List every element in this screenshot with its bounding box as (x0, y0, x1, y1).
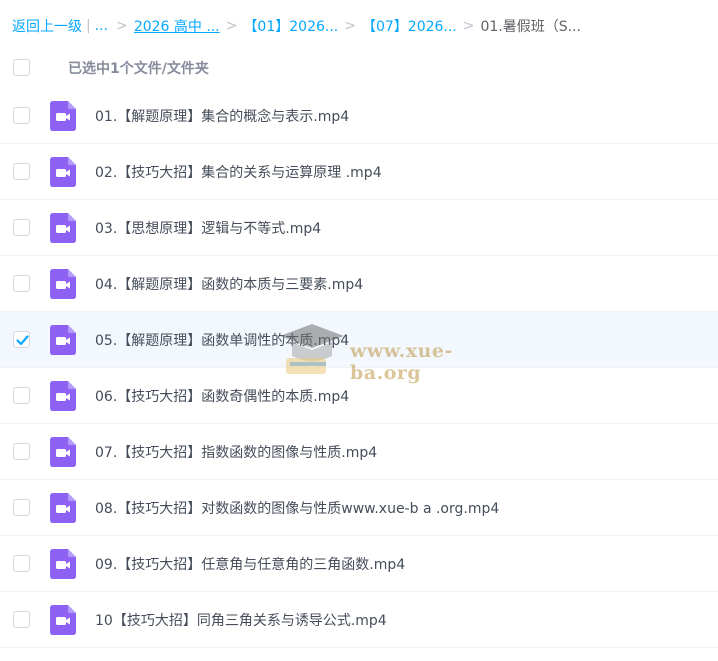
file-row[interactable]: 04.【解题原理】函数的本质与三要素.mp4 (0, 256, 718, 312)
back-link[interactable]: 返回上一级 (12, 16, 82, 36)
video-file-icon (50, 101, 76, 131)
video-file-icon (50, 269, 76, 299)
row-checkbox[interactable] (13, 499, 30, 516)
file-name[interactable]: 10【技巧大招】同角三角关系与诱导公式.mp4 (95, 610, 387, 630)
file-name[interactable]: 03.【思想原理】逻辑与不等式.mp4 (95, 218, 321, 238)
row-checkbox-checked[interactable] (13, 331, 30, 348)
chevron-right-icon: > (344, 18, 356, 34)
file-name[interactable]: 07.【技巧大招】指数函数的图像与性质.mp4 (95, 442, 377, 462)
breadcrumb-item[interactable]: 2026 高中 ... (134, 16, 220, 36)
file-name[interactable]: 06.【技巧大招】函数奇偶性的本质.mp4 (95, 386, 349, 406)
row-checkbox[interactable] (13, 275, 30, 292)
breadcrumb-ellipsis[interactable]: ... (95, 18, 108, 34)
chevron-right-icon: > (225, 18, 238, 34)
row-checkbox[interactable] (13, 219, 30, 236)
file-row[interactable]: 02.【技巧大招】集合的关系与运算原理 .mp4 (0, 144, 718, 200)
file-row[interactable]: 08.【技巧大招】对数函数的图像与性质www.xue-b a .org.mp4 (0, 480, 718, 536)
select-all-checkbox[interactable] (13, 59, 30, 76)
row-checkbox[interactable] (13, 443, 30, 460)
file-name[interactable]: 04.【解题原理】函数的本质与三要素.mp4 (95, 274, 363, 294)
video-file-icon (50, 437, 76, 467)
file-row[interactable]: 06.【技巧大招】函数奇偶性的本质.mp4 (0, 368, 718, 424)
file-row[interactable]: 07.【技巧大招】指数函数的图像与性质.mp4 (0, 424, 718, 480)
video-file-icon (50, 213, 76, 243)
file-name[interactable]: 01.【解题原理】集合的概念与表示.mp4 (95, 106, 349, 126)
file-list: 01.【解题原理】集合的概念与表示.mp4 02.【技巧大招】集合的关系与运算原理… (0, 88, 718, 648)
file-name[interactable]: 09.【技巧大招】任意角与任意角的三角函数.mp4 (95, 554, 405, 574)
file-row[interactable]: 05.【解题原理】函数单调性的本质.mp4 (0, 312, 718, 368)
breadcrumb: 返回上一级 | ... > 2026 高中 ... > 【01】2026... … (12, 14, 581, 38)
breadcrumb-current: 01.暑假班（S... (480, 19, 582, 35)
file-row[interactable]: 10【技巧大招】同角三角关系与诱导公式.mp4 (0, 592, 718, 648)
row-checkbox[interactable] (13, 611, 30, 628)
video-file-icon (50, 549, 76, 579)
row-checkbox[interactable] (13, 387, 30, 404)
breadcrumb-item[interactable]: 【07】2026... (362, 16, 457, 36)
file-row[interactable]: 03.【思想原理】逻辑与不等式.mp4 (0, 200, 718, 256)
video-file-icon (50, 157, 76, 187)
selection-count-label: 已选中1个文件/文件夹 (68, 61, 209, 77)
file-name[interactable]: 08.【技巧大招】对数函数的图像与性质www.xue-b a .org.mp4 (95, 498, 499, 518)
chevron-right-icon: > (116, 18, 128, 34)
video-file-icon (50, 605, 76, 635)
row-checkbox[interactable] (13, 555, 30, 572)
video-file-icon (50, 325, 76, 355)
file-name[interactable]: 05.【解题原理】函数单调性的本质.mp4 (95, 330, 349, 350)
video-file-icon (50, 381, 76, 411)
breadcrumb-item[interactable]: 【01】2026... (243, 16, 338, 36)
row-checkbox[interactable] (13, 163, 30, 180)
video-file-icon (50, 493, 76, 523)
row-checkbox[interactable] (13, 107, 30, 124)
list-header: 已选中1个文件/文件夹 (0, 52, 718, 84)
file-row[interactable]: 01.【解题原理】集合的概念与表示.mp4 (0, 88, 718, 144)
chevron-right-icon: > (462, 18, 475, 34)
file-row[interactable]: 09.【技巧大招】任意角与任意角的三角函数.mp4 (0, 536, 718, 592)
breadcrumb-divider: | (86, 18, 91, 34)
file-name[interactable]: 02.【技巧大招】集合的关系与运算原理 .mp4 (95, 162, 382, 182)
